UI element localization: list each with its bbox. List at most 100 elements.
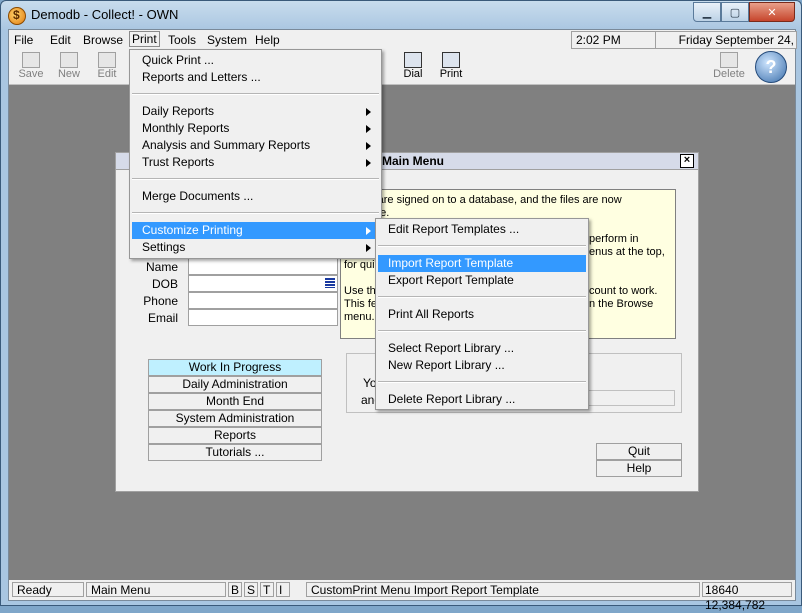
phone-icon xyxy=(404,52,422,68)
menu-separator xyxy=(132,93,379,95)
status-form-name: Main Menu xyxy=(86,582,226,597)
save-icon xyxy=(22,52,40,68)
menu-separator xyxy=(132,212,379,214)
toolbar: Save New Edit Dial Print Delete ? xyxy=(9,49,795,85)
help-button[interactable]: Help xyxy=(596,460,682,477)
new-icon xyxy=(60,52,78,68)
menu-item-merge-documents[interactable]: Merge Documents ... xyxy=(132,188,379,205)
welcome-line: perform in xyxy=(589,233,639,245)
menu-separator xyxy=(378,296,586,298)
status-message: CustomPrint Menu Import Report Template xyxy=(306,582,700,597)
menu-separator xyxy=(132,178,379,180)
menu-bar: File Edit Browse Print Tools System Help… xyxy=(9,30,797,63)
menu-system[interactable]: System xyxy=(207,33,247,47)
menu-item-export-report-template[interactable]: Export Report Template xyxy=(378,272,586,289)
name-field[interactable] xyxy=(188,258,338,275)
dob-label: DOB xyxy=(151,277,178,291)
edit-label: Edit xyxy=(97,68,117,80)
status-coords: 18640 12,384,782 xyxy=(702,582,792,612)
dialog-close-button[interactable]: × xyxy=(680,154,694,168)
menu-item-trust-reports[interactable]: Trust Reports xyxy=(132,154,379,171)
phone-field[interactable] xyxy=(188,292,338,309)
menu-item-select-report-library[interactable]: Select Report Library ... xyxy=(378,340,586,357)
welcome-line: count to work. xyxy=(589,285,658,297)
trash-icon xyxy=(720,52,738,68)
customize-printing-submenu: Edit Report Templates ... Import Report … xyxy=(375,218,589,410)
submenu-arrow-icon xyxy=(366,125,371,133)
help-icon[interactable]: ? xyxy=(755,51,787,83)
menu-item-delete-report-library[interactable]: Delete Report Library ... xyxy=(378,391,586,408)
menu-separator xyxy=(378,381,586,383)
reports-button[interactable]: Reports xyxy=(148,427,322,444)
menu-item-edit-report-templates[interactable]: Edit Report Templates ... xyxy=(378,221,586,238)
status-bar: Ready Main Menu B S T I CustomPrint Menu… xyxy=(9,580,795,612)
submenu-arrow-icon xyxy=(366,142,371,150)
menu-item-customize-printing[interactable]: Customize Printing xyxy=(132,222,379,239)
email-field[interactable] xyxy=(188,309,338,326)
menu-item-analysis-summary-reports[interactable]: Analysis and Summary Reports xyxy=(132,137,379,154)
edit-button[interactable]: Edit xyxy=(89,51,125,82)
close-button[interactable]: ✕ xyxy=(749,2,795,22)
menu-browse[interactable]: Browse xyxy=(83,33,123,47)
email-label: Email xyxy=(147,311,178,325)
dob-field[interactable] xyxy=(188,275,338,292)
window-title: Demodb - Collect! - OWN xyxy=(31,7,179,22)
edit-icon xyxy=(98,52,116,68)
menu-print[interactable]: Print xyxy=(129,31,160,47)
new-label: New xyxy=(57,68,80,80)
tutorials-button[interactable]: Tutorials ... xyxy=(148,444,322,461)
work-in-progress-button[interactable]: Work In Progress xyxy=(148,359,322,376)
welcome-line: e! You are signed on to a database, and … xyxy=(344,194,622,206)
menu-item-monthly-reports[interactable]: Monthly Reports xyxy=(132,120,379,137)
print-menu: Quick Print ... Reports and Letters ... … xyxy=(129,49,382,259)
status-ready: Ready xyxy=(12,582,84,597)
menu-item-quick-print[interactable]: Quick Print ... xyxy=(132,52,379,69)
menu-edit[interactable]: Edit xyxy=(50,33,71,47)
clock-date: Friday September 24, 2010 xyxy=(655,31,797,63)
menu-tools[interactable]: Tools xyxy=(168,33,196,47)
minimize-icon: ▁ xyxy=(702,6,712,19)
dial-button[interactable]: Dial xyxy=(395,51,431,82)
submenu-arrow-icon xyxy=(366,159,371,167)
maximize-button[interactable]: ▢ xyxy=(721,2,749,22)
submenu-arrow-icon xyxy=(366,244,371,252)
client-area: File Edit Browse Print Tools System Help… xyxy=(8,29,797,612)
menu-item-settings[interactable]: Settings xyxy=(132,239,379,256)
menu-separator xyxy=(378,330,586,332)
menu-separator xyxy=(378,245,586,247)
print-button[interactable]: Print xyxy=(433,51,469,82)
menu-item-import-report-template[interactable]: Import Report Template xyxy=(378,255,586,272)
delete-button[interactable]: Delete xyxy=(711,51,747,82)
status-flag-b: B xyxy=(228,582,242,597)
submenu-arrow-icon xyxy=(366,108,371,116)
month-end-button[interactable]: Month End xyxy=(148,393,322,410)
menu-item-reports-and-letters[interactable]: Reports and Letters ... xyxy=(132,69,379,86)
welcome-line: enus at the top, xyxy=(589,246,665,258)
welcome-line: n the Browse xyxy=(589,298,654,310)
dial-label: Dial xyxy=(403,68,423,80)
calendar-icon[interactable] xyxy=(325,278,335,288)
quit-button[interactable]: Quit xyxy=(596,443,682,460)
menu-item-new-report-library[interactable]: New Report Library ... xyxy=(378,357,586,374)
menu-item-print-all-reports[interactable]: Print All Reports xyxy=(378,306,586,323)
system-administration-button[interactable]: System Administration xyxy=(148,410,322,427)
status-flag-i: I xyxy=(276,582,290,597)
dialog-title: Main Menu xyxy=(382,154,444,168)
status-flag-t: T xyxy=(260,582,274,597)
maximize-icon: ▢ xyxy=(729,6,741,19)
clock-time: 2:02 PM xyxy=(571,31,657,49)
save-button[interactable]: Save xyxy=(13,51,49,82)
delete-label: Delete xyxy=(713,68,745,80)
daily-administration-button[interactable]: Daily Administration xyxy=(148,376,322,393)
menu-item-daily-reports[interactable]: Daily Reports xyxy=(132,103,379,120)
save-label: Save xyxy=(18,68,44,80)
new-button[interactable]: New xyxy=(51,51,87,82)
close-icon: ✕ xyxy=(767,6,777,19)
menu-help[interactable]: Help xyxy=(255,33,280,47)
minimize-button[interactable]: ▁ xyxy=(693,2,721,22)
menu-file[interactable]: File xyxy=(14,33,33,47)
title-bar[interactable]: Demodb - Collect! - OWN ▁ ▢ ✕ xyxy=(1,1,801,29)
print-label: Print xyxy=(439,68,463,80)
collect-app-icon[interactable] xyxy=(8,7,26,25)
name-label: Name xyxy=(145,260,178,274)
